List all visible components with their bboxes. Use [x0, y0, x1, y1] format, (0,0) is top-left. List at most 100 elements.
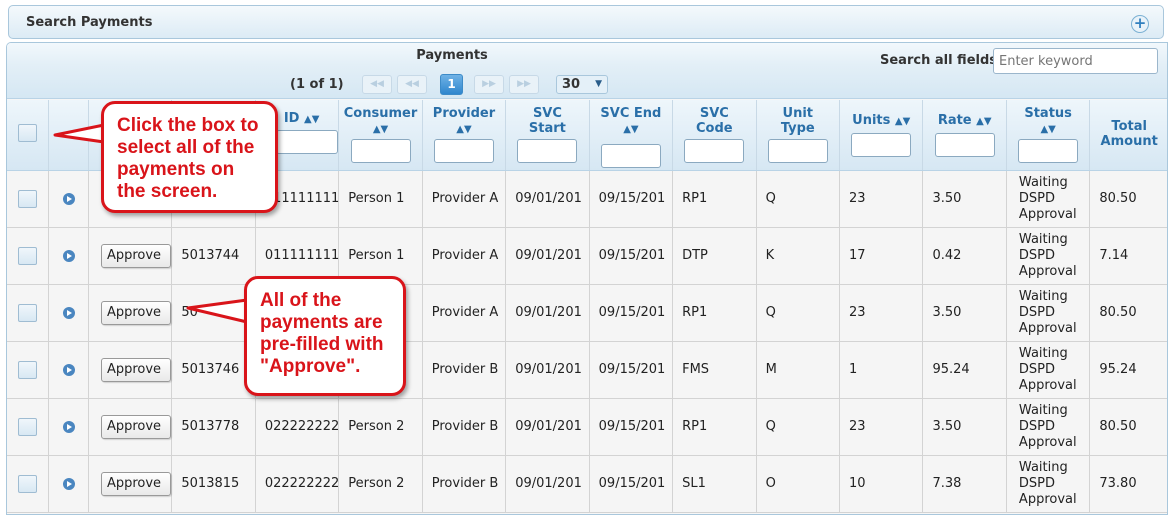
expand-row-icon[interactable]	[62, 363, 75, 376]
sort-updown-icon[interactable]: ▲▼	[304, 114, 319, 125]
cell-svc-start: 09/01/201	[505, 170, 590, 228]
next-page-icon[interactable]: ▶▶	[474, 75, 504, 94]
sort-updown-icon[interactable]: ▲▼	[1040, 124, 1055, 135]
filter-unit-type[interactable]	[767, 139, 828, 163]
current-page-button[interactable]: 1	[440, 74, 463, 95]
cell-payment-id: 50	[171, 284, 256, 342]
cell-svc-end: 09/15/201	[589, 398, 674, 456]
grid-caption-bar: Payments Search all fields: (1 of 1) ◀◀ …	[7, 43, 1167, 99]
expand-row-icon[interactable]	[62, 306, 75, 319]
chevron-down-icon: ▼	[595, 79, 602, 89]
search-payments-panel[interactable]: Search Payments +	[8, 5, 1164, 39]
header-svc-code[interactable]: SVC Code	[672, 100, 757, 171]
cell-payment-id: 5013744	[171, 227, 256, 285]
filter-units[interactable]	[851, 133, 912, 157]
expand-row-icon[interactable]	[62, 192, 75, 205]
header-id-label: ID	[283, 111, 300, 126]
row-checkbox[interactable]	[18, 360, 37, 379]
header-svc-start-label: SVC Start	[528, 106, 566, 136]
keyword-search-input[interactable]	[993, 48, 1158, 74]
header-svc-end[interactable]: SVC End ▲▼	[589, 100, 674, 171]
callout-prefilled: All of the payments are pre-filled with …	[244, 276, 406, 396]
last-page-icon[interactable]: ▶▶	[509, 75, 539, 94]
cell-svc-code: RP1	[672, 170, 757, 228]
approve-select[interactable]: Approve	[100, 243, 171, 268]
filter-status[interactable]	[1018, 139, 1079, 163]
cell-status: Waiting DSPD Approval	[1006, 227, 1091, 285]
plus-circle-icon[interactable]: +	[1131, 15, 1149, 33]
callout-prefilled-text: All of the payments are pre-filled with …	[260, 290, 384, 377]
header-rate-label: Rate	[937, 113, 972, 128]
expand-row-icon[interactable]	[62, 477, 75, 490]
cell-units: 23	[839, 170, 924, 228]
header-status[interactable]: Status ▲▼	[1006, 100, 1091, 171]
table-row[interactable]: Approve 5013744 011111111 Person 1 Provider …	[7, 227, 1167, 285]
cell-unit-type: K	[756, 227, 841, 285]
row-checkbox[interactable]	[18, 474, 37, 493]
row-checkbox[interactable]	[18, 189, 37, 208]
cell-svc-start: 09/01/201	[505, 398, 590, 456]
filter-rate[interactable]	[934, 133, 995, 157]
cell-svc-start: 09/01/201	[505, 227, 590, 285]
header-total-amount[interactable]: Total Amount	[1089, 100, 1167, 171]
header-rate[interactable]: Rate ▲▼	[922, 100, 1007, 171]
sort-updown-icon[interactable]: ▲▼	[373, 124, 388, 135]
expand-row-icon[interactable]	[62, 249, 75, 262]
filter-svc-code[interactable]	[684, 139, 745, 163]
filter-provider[interactable]	[433, 139, 494, 163]
header-provider[interactable]: Provider ▲▼	[422, 100, 507, 171]
cell-provider: Provider A	[422, 284, 507, 342]
page-size-select[interactable]: 30 ▼	[556, 75, 608, 94]
cell-svc-end: 09/15/201	[589, 341, 674, 399]
cell-select	[7, 455, 49, 513]
sort-updown-icon[interactable]: ▲▼	[456, 124, 471, 135]
header-svc-end-label: SVC End	[600, 106, 662, 121]
cell-units: 23	[839, 284, 924, 342]
filter-svc-end[interactable]	[600, 144, 661, 168]
cell-provider: Provider B	[422, 398, 507, 456]
header-consumer[interactable]: Consumer ▲▼	[338, 100, 423, 171]
search-payments-title: Search Payments	[26, 15, 153, 30]
page-info: (1 of 1)	[290, 77, 344, 92]
header-svc-start[interactable]: SVC Start	[505, 100, 590, 171]
sort-updown-icon[interactable]: ▲▼	[623, 124, 638, 135]
cell-svc-code: RP1	[672, 398, 757, 456]
approve-select[interactable]: Approve	[100, 414, 171, 439]
header-unit-type[interactable]: Unit Type	[756, 100, 841, 171]
header-units[interactable]: Units ▲▼	[839, 100, 924, 171]
search-all-label: Search all fields:	[880, 53, 1003, 68]
row-checkbox[interactable]	[18, 417, 37, 436]
cell-svc-code: SL1	[672, 455, 757, 513]
table-row[interactable]: Approve 5013778 022222222 Person 2 Provider …	[7, 398, 1167, 456]
table-row[interactable]: Approve 5013815 022222222 Person 2 Provider …	[7, 455, 1167, 513]
table-row[interactable]: Approve 5013746 Provider B 09/01/201 09/15/2…	[7, 341, 1167, 399]
sort-updown-icon[interactable]: ▲▼	[895, 116, 910, 127]
filter-id[interactable]	[275, 130, 338, 154]
cell-select	[7, 227, 49, 285]
cell-consumer-id: 022222222	[255, 398, 340, 456]
table-row[interactable]: Approve 50 Provider A 09/01/201 09/15/201 RP1…	[7, 284, 1167, 342]
header-unit-type-label: Unit Type	[780, 106, 815, 136]
row-checkbox[interactable]	[18, 303, 37, 322]
cell-expand	[48, 227, 89, 285]
cell-select	[7, 284, 49, 342]
cell-payment-id: 5013746	[171, 341, 256, 399]
row-checkbox[interactable]	[18, 246, 37, 265]
prev-page-icon[interactable]: ◀◀	[397, 75, 427, 94]
filter-consumer[interactable]	[350, 139, 411, 163]
cell-expand	[48, 398, 89, 456]
sort-updown-icon[interactable]: ▲▼	[976, 116, 991, 127]
approve-select[interactable]: Approve	[100, 471, 171, 496]
approve-select[interactable]: Approve	[100, 357, 171, 382]
expand-row-icon[interactable]	[62, 420, 75, 433]
cell-total: 80.50	[1089, 170, 1167, 228]
first-page-icon[interactable]: ◀◀	[362, 75, 392, 94]
cell-svc-end: 09/15/201	[589, 170, 674, 228]
select-all-checkbox[interactable]	[17, 124, 37, 142]
cell-action: Approve	[88, 455, 173, 513]
cell-total: 95.24	[1089, 341, 1167, 399]
approve-select[interactable]: Approve	[100, 300, 171, 325]
cell-rate: 3.50	[922, 398, 1007, 456]
filter-svc-start[interactable]	[517, 139, 578, 163]
grid-title: Payments	[416, 48, 488, 63]
